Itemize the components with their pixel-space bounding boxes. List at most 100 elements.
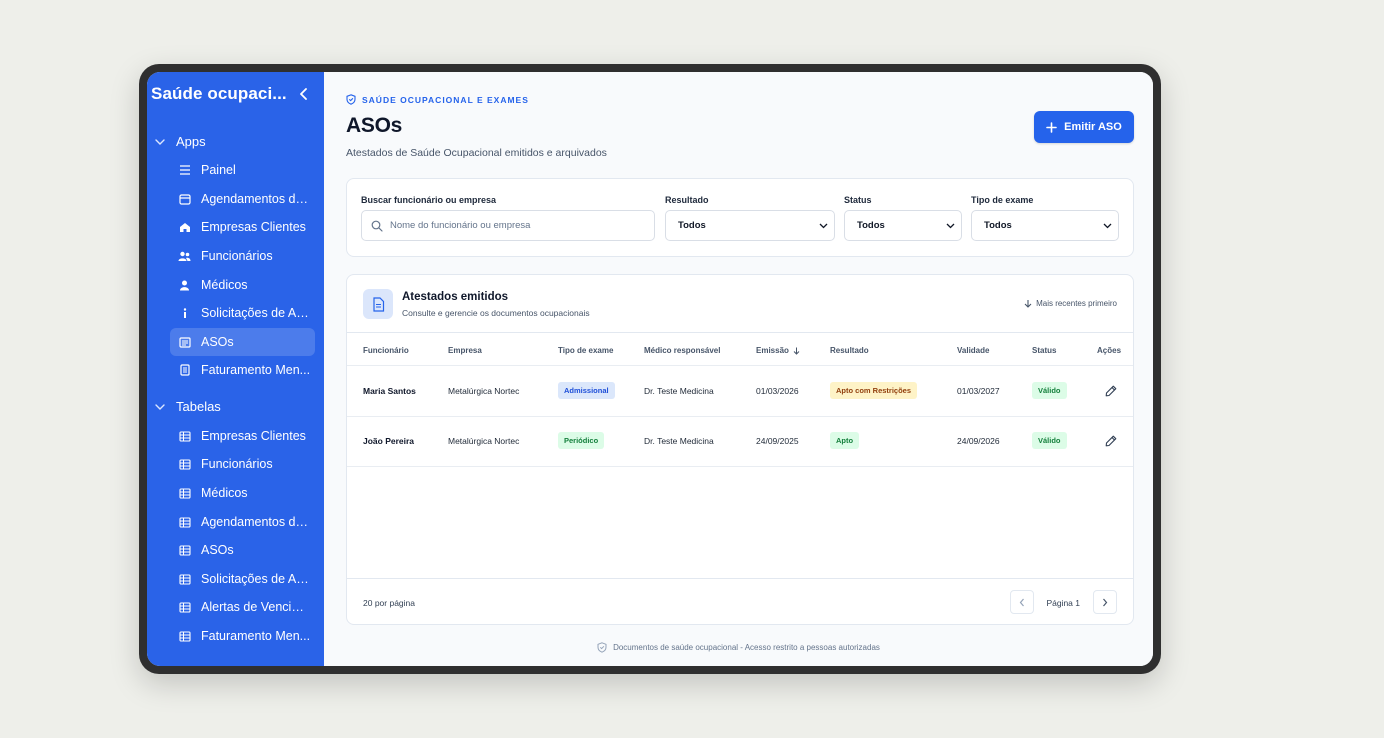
cell-employee: Maria Santos bbox=[363, 386, 416, 396]
header-divider bbox=[347, 365, 1133, 366]
status-select-value: Todos bbox=[857, 220, 885, 231]
exam-type-select[interactable]: Todos bbox=[971, 210, 1119, 241]
table-icon bbox=[178, 544, 191, 557]
plus-icon bbox=[1046, 121, 1057, 133]
sidebar-header: Saúde ocupaci... bbox=[151, 84, 312, 104]
sidebar-item-label: Funcionários bbox=[201, 457, 273, 471]
col-header-actions: Ações bbox=[1097, 346, 1122, 355]
sidebar-item-label: Solicitações de Ag... bbox=[201, 572, 311, 586]
search-placeholder: Nome do funcionário ou empresa bbox=[390, 220, 531, 231]
sort-toggle[interactable]: Mais recentes primeiro bbox=[1024, 299, 1117, 308]
chevron-down-icon bbox=[155, 403, 165, 410]
document-icon bbox=[363, 289, 393, 319]
result-filter-label: Resultado bbox=[665, 195, 709, 205]
sidebar-item-table-asos[interactable]: ASOs bbox=[170, 536, 315, 564]
cell-valid-until: 24/09/2026 bbox=[957, 436, 1000, 446]
sort-label: Mais recentes primeiro bbox=[1036, 299, 1117, 308]
emit-aso-button[interactable]: Emitir ASO bbox=[1034, 111, 1134, 143]
next-page-button[interactable] bbox=[1093, 590, 1117, 614]
sidebar-group-label: Apps bbox=[176, 134, 206, 149]
sidebar-item-table-agendamentos[interactable]: Agendamentos de... bbox=[170, 508, 315, 536]
table-icon bbox=[178, 573, 191, 586]
sidebar-item-label: Agendamentos de... bbox=[201, 515, 311, 529]
sidebar: Saúde ocupaci... Apps Painel Agendamento… bbox=[147, 72, 324, 666]
sort-arrow-icon bbox=[793, 347, 800, 355]
cell-company: Metalúrgica Nortec bbox=[448, 436, 520, 446]
sidebar-item-table-alertas[interactable]: Alertas de Vencim... bbox=[170, 593, 315, 621]
sidebar-item-label: ASOs bbox=[201, 543, 234, 557]
sidebar-item-table-solicitacoes[interactable]: Solicitações de Ag... bbox=[170, 565, 315, 593]
sidebar-item-agendamentos[interactable]: Agendamentos de... bbox=[170, 185, 315, 213]
sidebar-group-label: Tabelas bbox=[176, 399, 221, 414]
sidebar-group-tabelas[interactable]: Tabelas bbox=[155, 399, 221, 414]
document-icon bbox=[178, 336, 191, 349]
per-page-label[interactable]: 20 por página bbox=[363, 598, 415, 608]
sidebar-item-label: Solicitações de Ag... bbox=[201, 306, 311, 320]
sidebar-item-label: Médicos bbox=[201, 486, 248, 500]
col-header-valid-until: Validade bbox=[957, 346, 990, 355]
prev-page-button[interactable] bbox=[1010, 590, 1034, 614]
col-header-company: Empresa bbox=[448, 346, 482, 355]
status-select[interactable]: Todos bbox=[844, 210, 962, 241]
sidebar-item-label: Faturamento Men... bbox=[201, 363, 311, 377]
section-eyebrow: SAÚDE OCUPACIONAL E EXAMES bbox=[346, 94, 529, 105]
sidebar-item-funcionarios[interactable]: Funcionários bbox=[170, 242, 315, 270]
sidebar-item-painel[interactable]: Painel bbox=[170, 156, 315, 184]
sidebar-item-medicos[interactable]: Médicos bbox=[170, 271, 315, 299]
table-title: Atestados emitidos bbox=[402, 291, 509, 303]
table-icon bbox=[178, 516, 191, 529]
sidebar-item-label: Alertas de Vencim... bbox=[201, 600, 311, 614]
chevron-down-icon bbox=[155, 138, 165, 145]
sidebar-item-label: Empresas Clientes bbox=[201, 220, 306, 234]
chevron-right-icon bbox=[1103, 598, 1108, 606]
chevron-down-icon bbox=[819, 223, 828, 228]
search-icon bbox=[371, 220, 383, 232]
sidebar-item-table-funcionarios[interactable]: Funcionários bbox=[170, 450, 315, 478]
collapse-sidebar-icon[interactable] bbox=[296, 86, 312, 102]
cell-company: Metalúrgica Nortec bbox=[448, 386, 520, 396]
filters-card: Buscar funcionário ou empresa Nome do fu… bbox=[346, 178, 1134, 257]
users-icon bbox=[178, 250, 191, 263]
exam-type-select-value: Todos bbox=[984, 220, 1012, 231]
sidebar-item-table-faturamento[interactable]: Faturamento Men... bbox=[170, 622, 315, 650]
sidebar-item-table-empresas[interactable]: Empresas Clientes bbox=[170, 422, 315, 450]
table-icon bbox=[178, 601, 191, 614]
result-select-value: Todos bbox=[678, 220, 706, 231]
row-divider bbox=[347, 416, 1133, 417]
info-icon bbox=[178, 307, 191, 320]
status-badge: Válido bbox=[1032, 382, 1067, 399]
col-header-result: Resultado bbox=[830, 346, 869, 355]
footer-note: Documentos de saúde ocupacional - Acesso… bbox=[324, 642, 1153, 653]
col-header-issued[interactable]: Emissão bbox=[756, 346, 800, 355]
eyebrow-text: SAÚDE OCUPACIONAL E EXAMES bbox=[362, 94, 529, 105]
sidebar-item-empresas-clientes[interactable]: Empresas Clientes bbox=[170, 213, 315, 241]
user-icon bbox=[178, 279, 191, 292]
chevron-down-icon bbox=[1103, 223, 1112, 228]
sidebar-item-faturamento[interactable]: Faturamento Men... bbox=[170, 356, 315, 384]
table-card-header: Atestados emitidos Consulte e gerencie o… bbox=[347, 275, 1133, 333]
main-content: SAÚDE OCUPACIONAL E EXAMES ASOs Atestado… bbox=[324, 72, 1153, 666]
result-select[interactable]: Todos bbox=[665, 210, 835, 241]
table-subtitle: Consulte e gerencie os documentos ocupac… bbox=[402, 308, 590, 318]
cell-doctor: Dr. Teste Medicina bbox=[644, 436, 714, 446]
edit-pencil-icon[interactable] bbox=[1104, 384, 1118, 398]
table-footer: 20 por página Página 1 bbox=[347, 578, 1133, 624]
sidebar-group-apps[interactable]: Apps bbox=[155, 134, 206, 149]
chevron-left-icon bbox=[1019, 598, 1024, 606]
sidebar-item-table-medicos[interactable]: Médicos bbox=[170, 479, 315, 507]
app-screen: Saúde ocupaci... Apps Painel Agendamento… bbox=[147, 72, 1153, 666]
page-subtitle: Atestados de Saúde Ocupacional emitidos … bbox=[346, 147, 607, 159]
chevron-down-icon bbox=[946, 223, 955, 228]
edit-pencil-icon[interactable] bbox=[1104, 434, 1118, 448]
status-badge: Válido bbox=[1032, 432, 1067, 449]
cell-issued: 01/03/2026 bbox=[756, 386, 799, 396]
col-header-status: Status bbox=[1032, 346, 1057, 355]
col-header-exam-type: Tipo de exame bbox=[558, 346, 614, 355]
sidebar-item-asos[interactable]: ASOs bbox=[170, 328, 315, 356]
search-input[interactable]: Nome do funcionário ou empresa bbox=[361, 210, 655, 241]
exam-type-badge: Periódico bbox=[558, 432, 605, 449]
page-indicator: Página 1 bbox=[1046, 598, 1080, 608]
sidebar-item-solicitacoes[interactable]: Solicitações de Ag... bbox=[170, 299, 315, 327]
sidebar-item-label: Painel bbox=[201, 163, 236, 177]
device-frame: Saúde ocupaci... Apps Painel Agendamento… bbox=[139, 64, 1161, 674]
